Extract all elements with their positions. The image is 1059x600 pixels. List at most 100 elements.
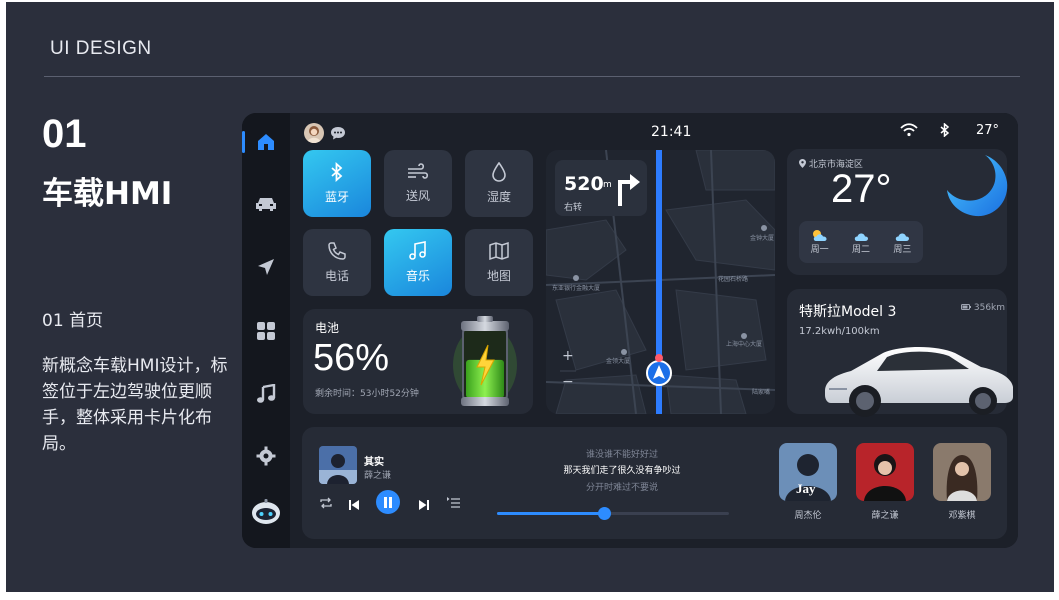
turn-distance-unit: m (603, 180, 612, 190)
artist-card-1[interactable]: Jay (779, 443, 837, 501)
artist-name-3: 邓紫棋 (948, 511, 976, 521)
map-label-2: 花园石桥路 (718, 275, 748, 283)
album-cover[interactable] (319, 446, 357, 484)
section-number: 01 (42, 112, 87, 156)
battery-percent: 56% (313, 337, 390, 379)
sidebar (242, 113, 290, 548)
status-bar: 21:41 27° (290, 113, 1018, 149)
next-button[interactable] (418, 496, 430, 510)
apps-icon[interactable] (254, 319, 278, 343)
section-subtitle: 01 首页 (42, 311, 104, 331)
music-tile[interactable]: 音乐 (384, 229, 452, 296)
artist-1-logo: Jay (796, 481, 816, 496)
map-label-4: 上海中心大厦 (726, 340, 762, 348)
humidity-tile[interactable]: 湿度 (465, 150, 533, 217)
weather-temperature: 27° (831, 167, 892, 211)
forecast-day-3-label: 周三 (893, 245, 912, 255)
playlist-icon[interactable] (447, 495, 461, 509)
music-icon[interactable] (254, 382, 278, 406)
map-label-1: 金领大厦 (606, 357, 630, 365)
phone-icon (328, 242, 346, 260)
assistant-icon[interactable] (250, 496, 282, 528)
home-icon[interactable] (254, 130, 278, 154)
header-divider (44, 76, 1020, 77)
vehicle-efficiency: 17.2kwh/100km (799, 326, 880, 337)
slide: UI DESIGN 01 车载HMI 01 首页 新概念车载HMI设计，标签位于… (6, 2, 1054, 592)
battery-remaining: 剩余时间：53小时52分钟 (315, 389, 419, 399)
vehicle-model: 特斯拉Model 3 (799, 304, 897, 320)
wind-label: 送风 (405, 189, 430, 203)
turn-instruction: 右转 (564, 203, 583, 213)
humidity-label: 湿度 (486, 190, 511, 204)
map-tile[interactable]: 地图 (465, 229, 533, 296)
cloud-icon (854, 233, 868, 241)
settings-icon[interactable] (254, 444, 278, 468)
zoom-in-button[interactable]: + (562, 348, 574, 364)
battery-small-icon (961, 304, 971, 310)
lyric-line-next: 分开时难过不要说 (585, 483, 658, 493)
vehicle-card[interactable]: 特斯拉Model 3 356km 17.2kwh/100km (787, 289, 1013, 417)
forecast-day-2-label: 周二 (851, 245, 870, 255)
partly-cloudy-icon (812, 230, 827, 241)
song-title: 其实 (364, 457, 384, 468)
active-indicator (242, 131, 245, 153)
bluetooth-label: 蓝牙 (324, 190, 349, 204)
cloud-icon (896, 233, 910, 241)
map-label-5: 陆家嘴 (752, 388, 770, 396)
music-player-card[interactable]: 其实 薛之谦 谁没谁不能好好过 那天我们走了很久没有争吵过 分开时难过不要说 J… (302, 427, 1007, 539)
song-singer: 薛之谦 (364, 471, 392, 481)
user-avatar[interactable] (304, 123, 324, 143)
bluetooth-status-icon[interactable] (940, 122, 950, 141)
wind-tile[interactable]: 送风 (384, 150, 452, 217)
hmi-device: 21:41 27° 蓝牙 送风 湿度 电话 音乐 地图 电池 56% 剩余时间：… (242, 113, 1018, 548)
battery-title: 电池 (315, 321, 340, 335)
turn-distance: 520 (564, 173, 604, 195)
clock: 21:41 (651, 124, 692, 140)
map-label-0: 东亚银行金融大厦 (552, 284, 600, 292)
main-screen: 21:41 27° 蓝牙 送风 湿度 电话 音乐 地图 电池 56% 剩余时间：… (290, 113, 1018, 548)
pause-button[interactable] (376, 490, 400, 514)
forecast-day-3: 周三 (893, 229, 911, 255)
forecast-day-1: 周一 (811, 229, 829, 255)
forecast-day-2: 周二 (852, 229, 870, 255)
turn-right-icon (618, 174, 640, 206)
phone-label: 电话 (324, 269, 349, 283)
navigation-map[interactable]: 东亚银行金融大厦 金领大厦 花园石桥路 金钟大厦 上海中心大厦 陆家嘴 + − (546, 150, 775, 414)
wifi-icon[interactable] (900, 123, 918, 141)
turn-instruction-box: 520 m 右转 (555, 160, 647, 216)
music-label: 音乐 (405, 269, 430, 283)
weather-card[interactable]: 北京市海淀区 27° 周一 周二 周三 (787, 149, 1008, 275)
lyric-line-prev: 谁没谁不能好好过 (585, 450, 658, 460)
chat-icon[interactable] (330, 125, 346, 141)
bluetooth-tile[interactable]: 蓝牙 (303, 150, 371, 217)
lyric-line-current: 那天我们走了很久没有争吵过 (563, 466, 681, 476)
section-title: 车载HMI (42, 176, 173, 212)
phone-tile[interactable]: 电话 (303, 229, 371, 296)
moon-icon (947, 155, 1008, 217)
car-illustration (825, 347, 1013, 417)
slide-header: UI DESIGN (50, 38, 152, 59)
wind-icon (408, 163, 429, 179)
repeat-icon[interactable] (319, 495, 333, 509)
battery-card[interactable]: 电池 56% 剩余时间：53小时52分钟 (303, 309, 533, 414)
droplet-icon (492, 162, 506, 182)
car-icon[interactable] (254, 192, 278, 216)
previous-button[interactable] (348, 496, 360, 510)
map-label: 地图 (486, 269, 511, 283)
forecast-day-1-label: 周一 (810, 245, 829, 255)
progress-knob[interactable] (597, 507, 611, 520)
progress-bar[interactable] (497, 507, 729, 520)
artist-name-1: 周杰伦 (794, 511, 822, 521)
weather-forecast: 周一 周二 周三 (799, 221, 923, 263)
zoom-out-button[interactable]: − (562, 374, 574, 390)
vehicle-range-text: 356km (973, 303, 1006, 313)
location-pin-icon (799, 159, 806, 168)
pause-icon (384, 496, 392, 508)
battery-illustration (453, 316, 517, 406)
artist-card-2[interactable] (856, 443, 914, 501)
map-label-3: 金钟大厦 (750, 234, 774, 242)
navigation-icon[interactable] (254, 255, 278, 279)
artist-name-2: 薛之谦 (871, 511, 899, 521)
artist-card-3[interactable] (933, 443, 991, 501)
progress-fill (497, 512, 604, 515)
